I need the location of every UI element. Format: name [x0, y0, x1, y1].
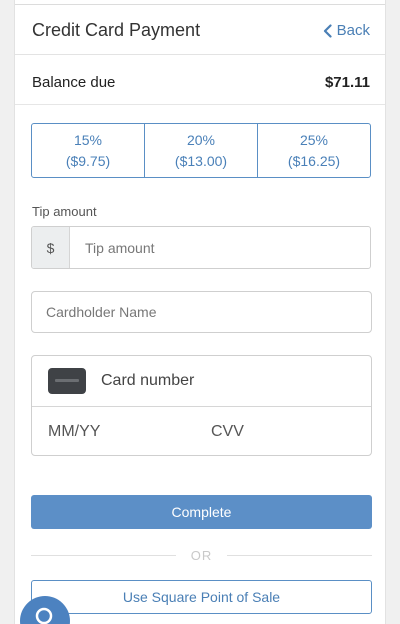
divider [15, 104, 385, 105]
tip-amount-label: Tip amount [32, 204, 97, 219]
tip-percent: 20% [186, 131, 216, 148]
chevron-left-icon [323, 23, 332, 38]
balance-row: Balance due $71.11 [32, 72, 370, 92]
balance-amount: $71.11 [324, 73, 370, 91]
balance-label: Balance due [32, 73, 116, 91]
tip-option-20[interactable]: 20% ($13.00) [144, 124, 257, 177]
separator-line [31, 554, 176, 556]
cardholder-name-input[interactable]: Cardholder Name [31, 291, 372, 333]
page-title: Credit Card Payment [32, 20, 201, 40]
card-details: Card number MM/YY CVV [31, 355, 372, 456]
square-pos-button[interactable]: Use Square Point of Sale [31, 580, 372, 614]
expiry-input[interactable]: MM/YY [48, 423, 100, 441]
tip-amount-placeholder[interactable]: Tip amount [70, 227, 370, 268]
tip-options: 15% ($9.75) 20% ($13.00) 25% ($16.25) [31, 123, 371, 178]
payment-sheet: Credit Card Payment Back Balance due $71… [14, 0, 386, 624]
complete-button[interactable]: Complete [31, 495, 372, 529]
tip-percent: 25% [299, 131, 329, 148]
or-separator: OR [31, 547, 372, 563]
tip-option-15[interactable]: 15% ($9.75) [32, 124, 144, 177]
tip-amount: ($16.25) [287, 152, 341, 169]
header: Credit Card Payment Back [15, 5, 385, 55]
tip-percent: 15% [73, 131, 103, 148]
tip-option-25[interactable]: 25% ($16.25) [257, 124, 370, 177]
search-icon [35, 607, 53, 624]
tip-amount: ($9.75) [65, 152, 111, 169]
back-label: Back [336, 22, 370, 39]
card-number-input[interactable]: Card number [101, 372, 194, 390]
separator-line [227, 554, 372, 556]
tip-amount-input[interactable]: $ Tip amount [31, 226, 371, 269]
back-button[interactable]: Back [323, 22, 370, 39]
currency-prefix: $ [32, 227, 70, 268]
or-label: OR [190, 547, 213, 563]
credit-card-icon [48, 368, 86, 394]
expiry-cvv-row: MM/YY CVV [32, 407, 371, 457]
card-number-row[interactable]: Card number [32, 356, 371, 407]
cvv-input[interactable]: CVV [211, 423, 244, 441]
tip-amount: ($13.00) [174, 152, 228, 169]
